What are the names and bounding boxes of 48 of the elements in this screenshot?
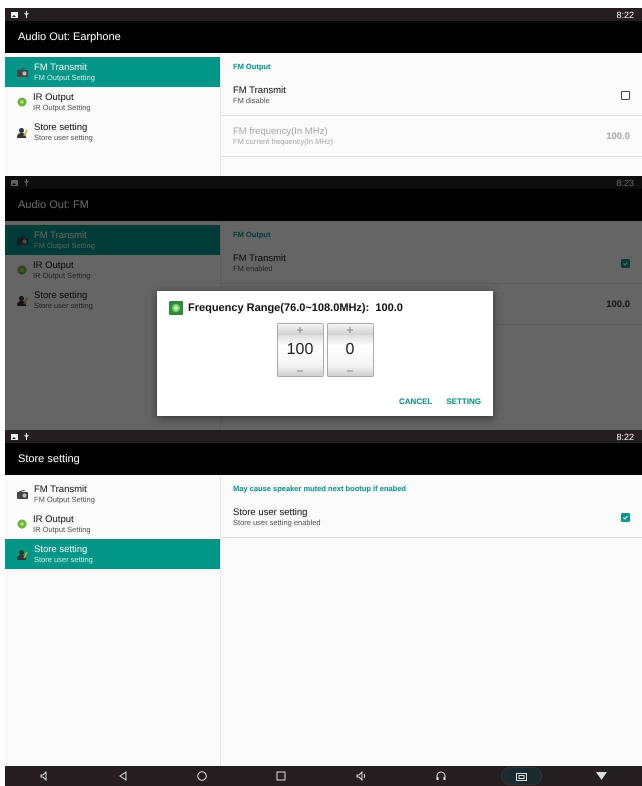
headphones-icon — [436, 771, 446, 781]
person-icon — [17, 126, 28, 138]
preference-value: 100.0 — [606, 130, 630, 142]
image-icon — [11, 180, 18, 186]
screen-title: Store setting — [18, 453, 80, 465]
status-time: 8:23 — [616, 178, 634, 188]
person-icon — [17, 548, 28, 560]
screen-title: Audio Out: Earphone — [18, 31, 121, 43]
orb-icon — [17, 519, 27, 529]
usb-icon — [24, 11, 29, 18]
dialog-button[interactable]: SETTING — [446, 397, 481, 406]
recents-icon — [276, 771, 286, 781]
orb-icon — [17, 265, 27, 275]
preference-title: FM Transmit — [233, 253, 287, 264]
image-icon — [11, 12, 18, 18]
screen-title: Audio Out: FM — [18, 199, 89, 211]
volume-up-icon — [356, 771, 367, 781]
radio-icon — [17, 68, 28, 76]
preference-title: FM frequency(In MHz) — [233, 126, 328, 137]
minus-icon[interactable] — [347, 370, 353, 372]
orb-icon — [17, 97, 27, 107]
minus-icon[interactable] — [297, 370, 303, 372]
plus-icon[interactable] — [347, 326, 353, 332]
nav-button[interactable] — [500, 767, 542, 785]
radio-icon — [17, 236, 28, 244]
preference-value: 100.0 — [606, 298, 630, 310]
checkbox[interactable] — [621, 258, 630, 268]
radar-icon — [169, 301, 183, 315]
checkbox[interactable] — [621, 512, 630, 522]
usb-icon — [24, 433, 29, 440]
dialog-button[interactable]: CANCEL — [398, 397, 432, 406]
usb-icon — [24, 179, 29, 186]
status-time: 8:22 — [616, 10, 634, 20]
number-picker[interactable]: 100 — [276, 323, 324, 377]
image-icon — [11, 434, 18, 440]
plus-icon[interactable] — [297, 326, 303, 332]
dialog-title: Frequency Range(76.0~108.0MHz): 100.0 — [188, 302, 403, 314]
checkbox[interactable] — [621, 90, 630, 100]
number-picker[interactable]: 0 — [326, 323, 374, 377]
radio-icon — [17, 490, 28, 498]
preference-title: Store user setting — [233, 507, 308, 518]
home-icon — [196, 771, 207, 781]
person-icon — [17, 294, 28, 306]
back-icon — [119, 771, 128, 781]
preference-title: FM Transmit — [233, 85, 287, 96]
triangle-down-icon — [596, 772, 608, 780]
camera-icon — [516, 772, 527, 780]
status-time: 8:22 — [616, 432, 634, 442]
